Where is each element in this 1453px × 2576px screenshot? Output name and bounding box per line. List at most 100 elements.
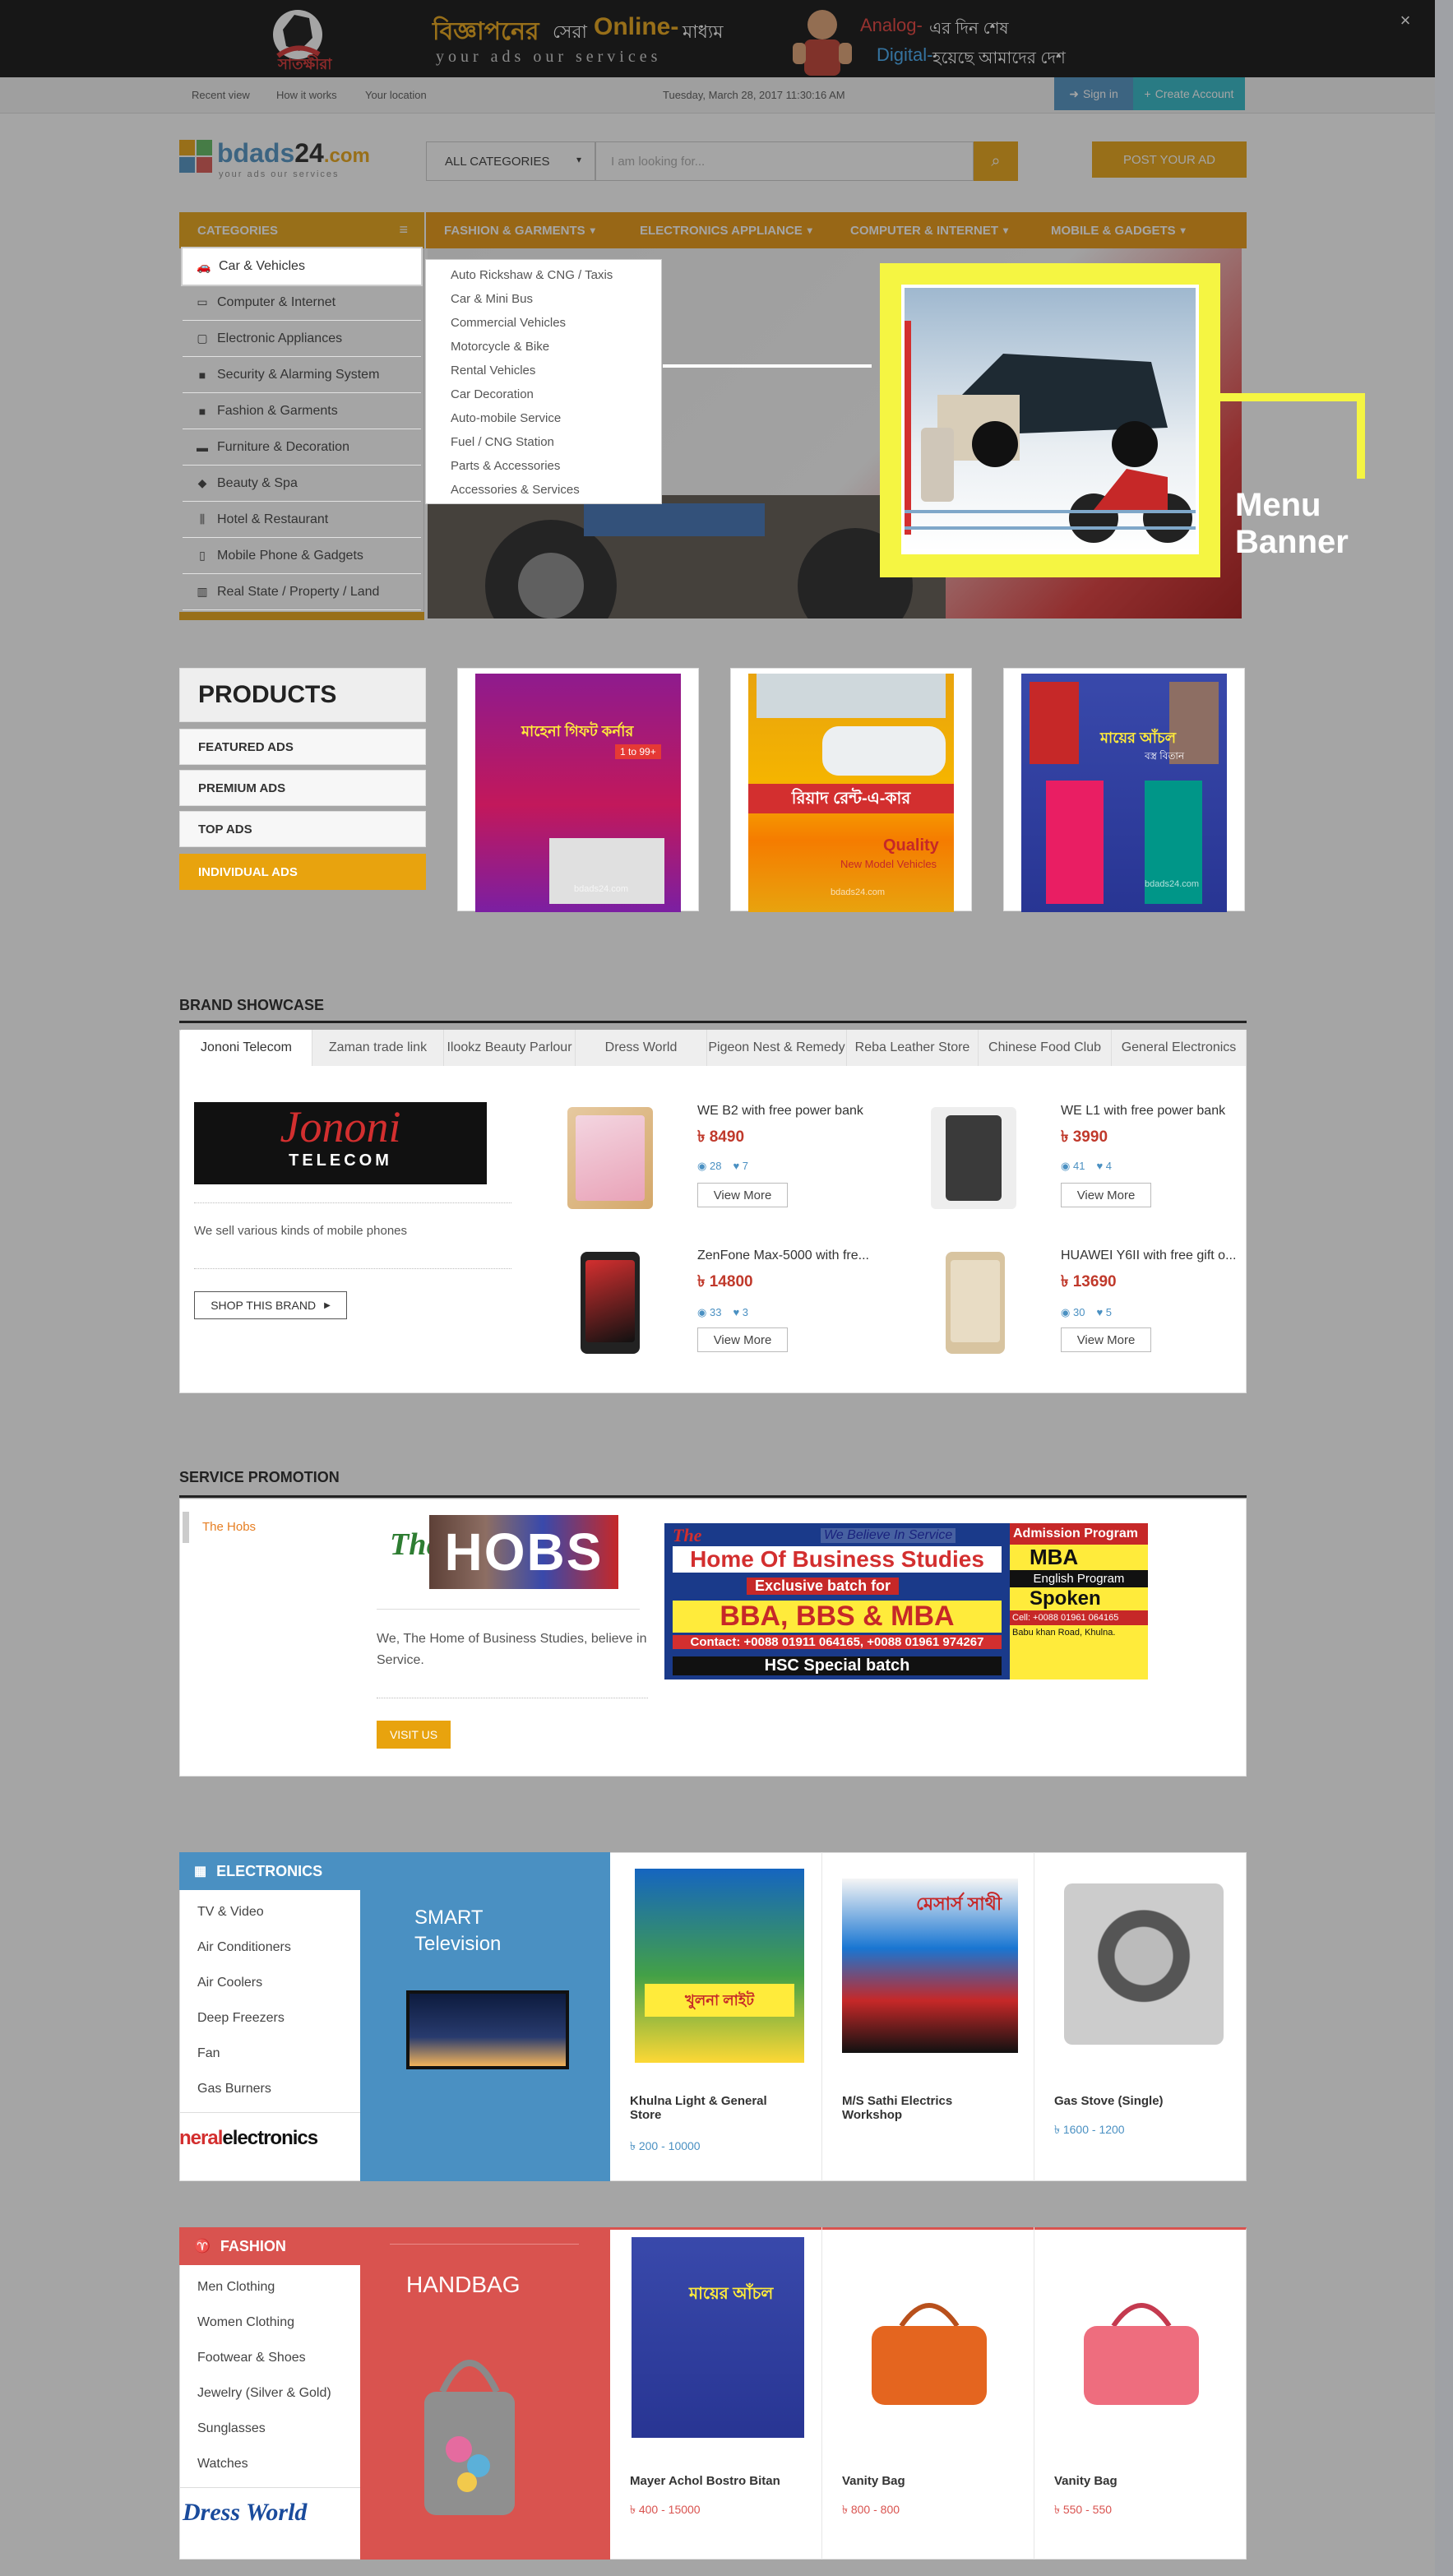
tab-pigeon-nest[interactable]: Pigeon Nest & Remedy <box>707 1030 847 1066</box>
nav-fashion[interactable]: FASHION & GARMENTS ▾ <box>444 212 595 248</box>
product-name[interactable]: WE B2 with free power bank <box>697 1104 863 1119</box>
tab-zaman-trade-link[interactable]: Zaman trade link <box>312 1030 444 1066</box>
close-banner-button[interactable]: × <box>1395 10 1416 31</box>
product-thumbnail[interactable] <box>567 1107 653 1209</box>
electronics-item[interactable]: Fan <box>197 2046 220 2061</box>
fashion-item[interactable]: Jewelry (Silver & Gold) <box>197 2386 331 2401</box>
fashion-item[interactable]: Watches <box>197 2457 248 2472</box>
nav-mobile[interactable]: MOBILE & GADGETS ▾ <box>1051 212 1186 248</box>
tab-ilookz-beauty[interactable]: Ilookz Beauty Parlour <box>444 1030 576 1066</box>
product-name[interactable]: ZenFone Max-5000 with fre... <box>697 1249 869 1263</box>
top-ads-button[interactable]: TOP ADS <box>179 811 426 847</box>
category-select[interactable]: ALL CATEGORIES ▾ <box>426 141 595 181</box>
general-electronics-logo[interactable]: neralelectronics <box>179 2127 318 2150</box>
fashion-item[interactable]: Men Clothing <box>197 2280 275 2295</box>
admission-banner[interactable]: Admission Program MBA English Program Sp… <box>1010 1523 1148 1679</box>
submenu-item[interactable]: Fuel / CNG Station <box>451 435 554 449</box>
dress-world-logo[interactable]: Dress World <box>183 2499 307 2527</box>
site-logo[interactable]: bdads24.com your ads our services <box>179 137 400 183</box>
category-real-estate[interactable]: ▥ Real State / Property / Land <box>183 574 421 610</box>
fashion-item[interactable]: Sunglasses <box>197 2421 266 2436</box>
slogan-en: your ads our services <box>436 48 662 66</box>
category-computer[interactable]: ▭ Computer & Internet <box>183 285 421 321</box>
create-account-button[interactable]: + Create Account <box>1133 77 1245 110</box>
electronics-item[interactable]: TV & Video <box>197 1905 264 1920</box>
top-promo-banner[interactable]: সাতক্ষীরা বিজ্ঞাপনের সেরা Online- মাধ্যম… <box>0 0 1435 77</box>
submenu-item[interactable]: Accessories & Services <box>451 483 580 497</box>
submenu-item[interactable]: Commercial Vehicles <box>451 316 566 330</box>
divider <box>194 1268 511 1269</box>
fashion-item[interactable]: Footwear & Shoes <box>197 2351 306 2365</box>
menu-banner-image[interactable] <box>905 288 1196 551</box>
fashion-card[interactable]: Vanity Bag ৳ 800 - 800 <box>822 2227 1034 2560</box>
category-hotel[interactable]: ⫼ Hotel & Restaurant <box>183 502 421 538</box>
tab-dress-world[interactable]: Dress World <box>576 1030 707 1066</box>
product-name[interactable]: HUAWEI Y6II with free gift o... <box>1061 1249 1236 1263</box>
view-more-button[interactable]: View More <box>1061 1327 1151 1352</box>
product-ad-card[interactable]: রিয়াদ রেন্ট-এ-কার Quality New Model Veh… <box>730 668 972 912</box>
tab-general-electronics[interactable]: General Electronics <box>1112 1030 1247 1066</box>
recent-view-link[interactable]: Recent view <box>192 89 250 101</box>
tab-reba-leather[interactable]: Reba Leather Store <box>847 1030 979 1066</box>
categories-label: CATEGORIES <box>197 223 279 238</box>
product-thumbnail[interactable] <box>946 1252 1005 1354</box>
fashion-item[interactable]: Women Clothing <box>197 2315 294 2330</box>
electronics-header[interactable]: ▦ ELECTRONICS <box>179 1852 360 1890</box>
submenu-item[interactable]: Auto-mobile Service <box>451 411 561 425</box>
view-more-button[interactable]: View More <box>697 1183 788 1207</box>
electronics-card[interactable]: খুলনা লাইট Khulna Light & General Store … <box>610 1852 822 2181</box>
electronics-item[interactable]: Gas Burners <box>197 2082 271 2096</box>
electronics-item[interactable]: Deep Freezers <box>197 2011 285 2026</box>
category-furniture[interactable]: ▬ Furniture & Decoration <box>183 429 421 466</box>
product-ad-card[interactable]: মায়ের আঁচল বস্ত্র বিতান bdads24.com <box>1003 668 1245 912</box>
tab-jononi-telecom[interactable]: Jononi Telecom <box>181 1030 312 1066</box>
category-car-vehicles[interactable]: 🚗 Car & Vehicles <box>181 247 423 286</box>
search-input[interactable]: I am looking for... <box>595 141 974 181</box>
featured-ads-button[interactable]: FEATURED ADS <box>179 729 426 765</box>
submenu-item[interactable]: Car Decoration <box>451 387 534 401</box>
category-fashion[interactable]: ■ Fashion & Garments <box>183 393 421 429</box>
visit-us-button[interactable]: VISIT US <box>377 1721 451 1749</box>
nav-electronics[interactable]: ELECTRONICS APPLIANCE ▾ <box>640 212 812 248</box>
product-thumbnail[interactable] <box>581 1252 640 1354</box>
shop-this-brand-button[interactable]: SHOP THIS BRAND ▶ <box>194 1291 347 1319</box>
how-it-works-link[interactable]: How it works <box>276 89 337 101</box>
submenu-item[interactable]: Auto Rickshaw & CNG / Taxis <box>451 268 613 282</box>
category-mobile[interactable]: ▯ Mobile Phone & Gadgets <box>183 538 421 574</box>
categories-toggle[interactable]: CATEGORIES ≡ <box>179 212 424 248</box>
category-beauty[interactable]: ◆ Beauty & Spa <box>183 466 421 502</box>
card-name: M/S Sathi Electrics Workshop <box>842 2094 953 2122</box>
handbag-promo[interactable]: HANDBAG <box>360 2227 610 2560</box>
post-ad-button[interactable]: POST YOUR AD <box>1092 141 1247 178</box>
electronics-item[interactable]: Air Conditioners <box>197 1940 291 1955</box>
fashion-header[interactable]: ♈ FASHION <box>179 2227 360 2265</box>
view-more-button[interactable]: View More <box>697 1327 788 1352</box>
submenu-item[interactable]: Parts & Accessories <box>451 459 560 473</box>
submenu-item[interactable]: Car & Mini Bus <box>451 292 533 306</box>
product-name[interactable]: WE L1 with free power bank <box>1061 1104 1225 1119</box>
electronics-item[interactable]: Air Coolers <box>197 1976 262 1990</box>
fashion-card[interactable]: Vanity Bag ৳ 550 - 550 <box>1034 2227 1247 2560</box>
category-menu-footer[interactable] <box>179 612 424 620</box>
submenu-item[interactable]: Motorcycle & Bike <box>451 340 549 354</box>
search-button[interactable]: ⌕ <box>974 141 1018 181</box>
individual-ads-button[interactable]: INDIVIDUAL ADS <box>179 854 426 890</box>
submenu-item[interactable]: Rental Vehicles <box>451 364 535 378</box>
your-location-link[interactable]: Your location <box>365 89 427 101</box>
category-electronic[interactable]: ▢ Electronic Appliances <box>183 321 421 357</box>
product-thumbnail[interactable] <box>931 1107 1016 1209</box>
product-ad-image: মাহেনা গিফট কর্নার 1 to 99+ bdads24.com <box>475 674 681 912</box>
product-ad-card[interactable]: মাহেনা গিফট কর্নার 1 to 99+ bdads24.com <box>457 668 699 912</box>
hobs-banner[interactable]: The We Believe In Service Home Of Busine… <box>664 1523 1010 1679</box>
service-tab-the-hobs[interactable]: The Hobs <box>202 1520 256 1534</box>
electronics-card[interactable]: Gas Stove (Single) ৳ 1600 - 1200 <box>1034 1852 1247 2181</box>
electronics-card[interactable]: মেসার্স সাথী M/S Sathi Electrics Worksho… <box>822 1852 1034 2181</box>
fashion-card[interactable]: মায়ের আঁচল Mayer Achol Bostro Bitan ৳ 4… <box>610 2227 822 2560</box>
premium-ads-button[interactable]: PREMIUM ADS <box>179 770 426 806</box>
sign-in-button[interactable]: ➜ Sign in <box>1054 77 1133 110</box>
category-security[interactable]: ■ Security & Alarming System <box>183 357 421 393</box>
tab-chinese-food[interactable]: Chinese Food Club <box>979 1030 1112 1066</box>
view-more-button[interactable]: View More <box>1061 1183 1151 1207</box>
nav-computer[interactable]: COMPUTER & INTERNET ▾ <box>850 212 1008 248</box>
smart-tv-promo[interactable]: SMART Television <box>360 1852 610 2181</box>
